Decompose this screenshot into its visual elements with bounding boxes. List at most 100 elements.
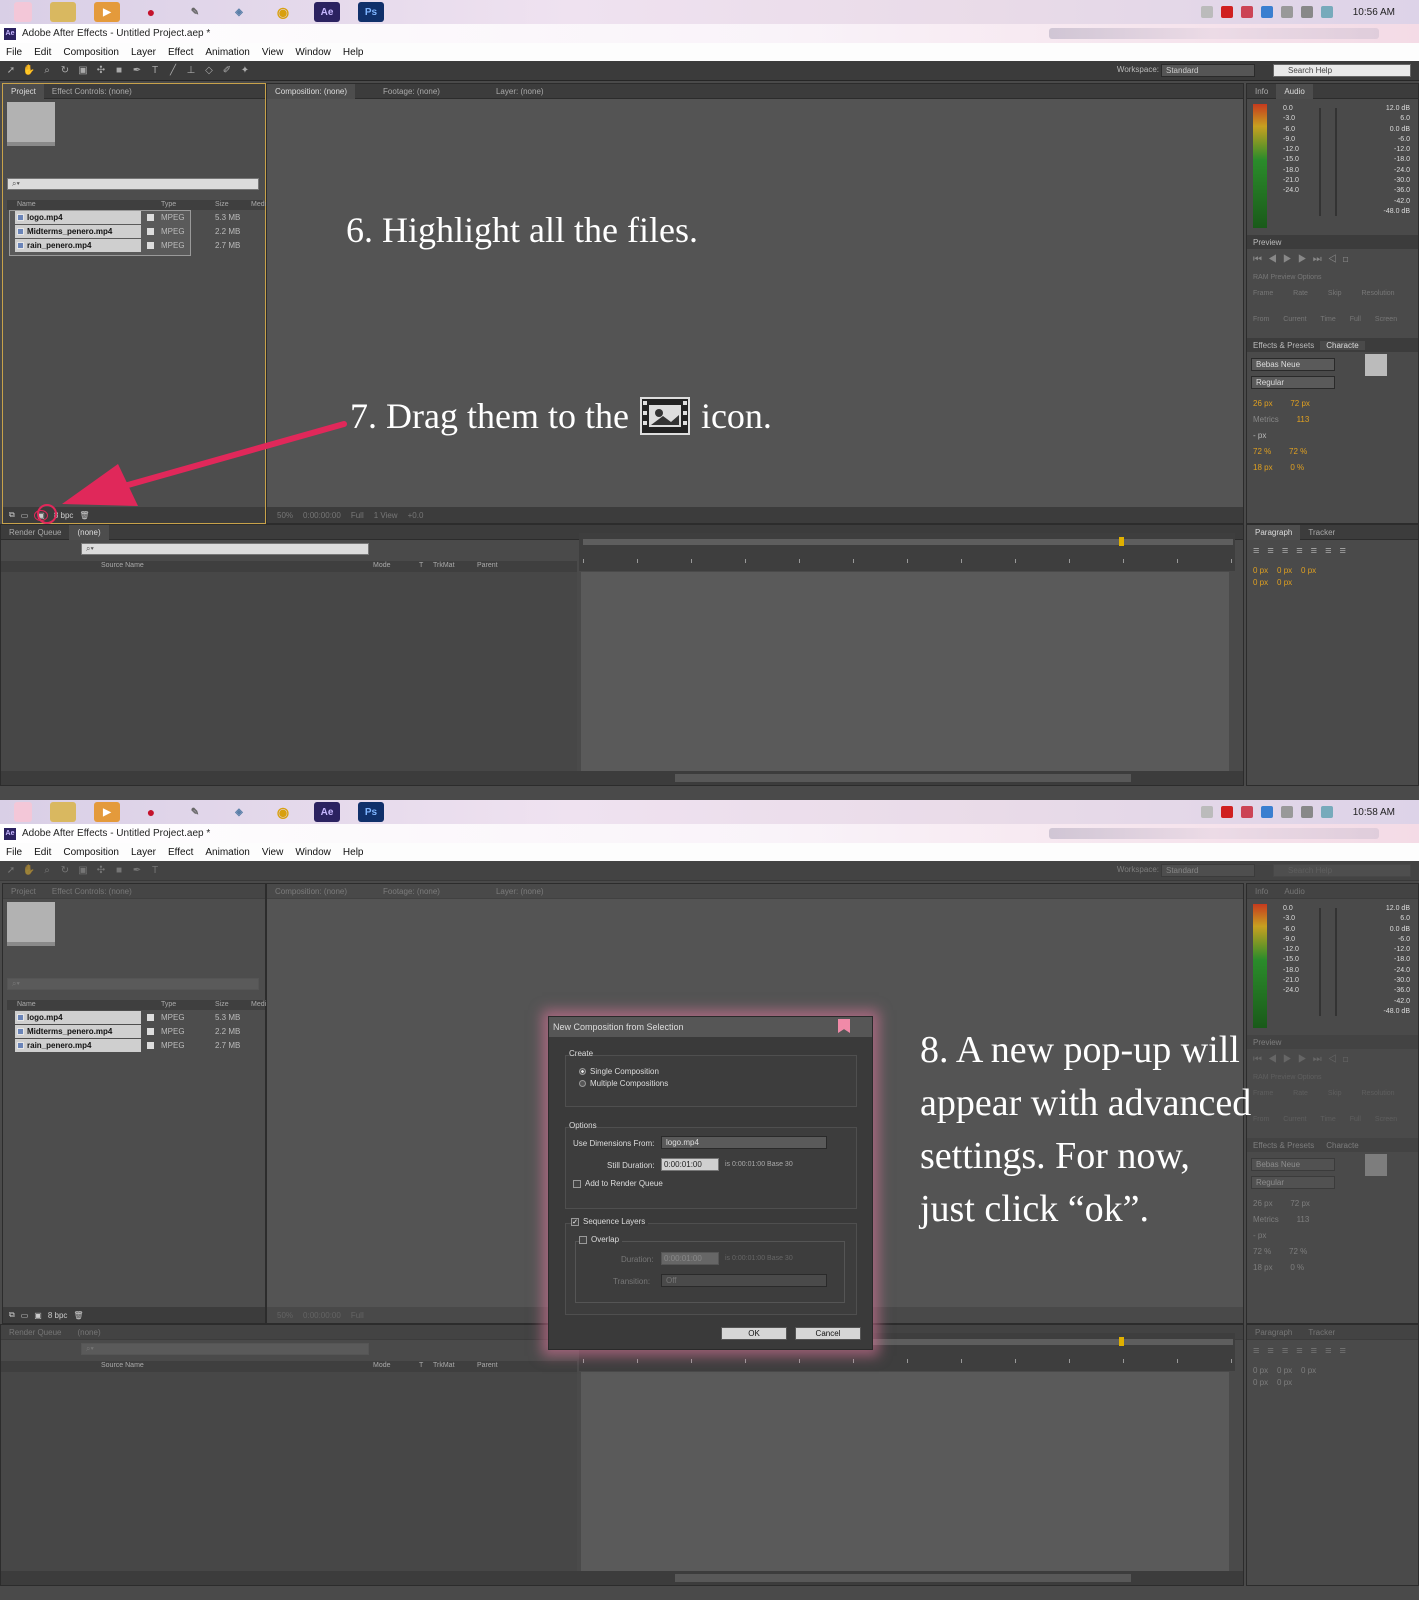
space-after-value[interactable]: 0 px — [1277, 1378, 1292, 1387]
camera-tool-icon[interactable]: ▣ — [76, 65, 90, 77]
start-icon[interactable] — [14, 2, 32, 22]
current-time-indicator[interactable] — [1119, 537, 1124, 546]
time-ruler[interactable] — [579, 533, 1235, 571]
window-controls[interactable] — [1049, 828, 1379, 839]
media-icon[interactable]: ◈ — [226, 802, 252, 822]
indent-first-value[interactable]: 0 px — [1301, 1366, 1316, 1375]
current-time-indicator[interactable] — [1119, 1337, 1124, 1346]
pan-tool-icon[interactable]: ✣ — [94, 65, 108, 77]
tray-arrow-icon[interactable] — [1200, 6, 1213, 18]
font-size-value[interactable]: 26 px — [1253, 399, 1273, 408]
leading-value[interactable]: 72 px — [1290, 1199, 1310, 1208]
tracking-value[interactable]: 113 — [1297, 415, 1310, 424]
use-dimensions-select[interactable]: logo.mp4 — [661, 1136, 827, 1149]
indent-first-value[interactable]: 0 px — [1301, 566, 1316, 575]
search-help-input[interactable]: Search Help — [1273, 64, 1411, 77]
tab-timeline-none[interactable]: (none) — [69, 1328, 108, 1337]
stamp-tool-icon[interactable]: ⊥ — [184, 65, 198, 77]
tab-effect-controls[interactable]: Effect Controls: (none) — [44, 87, 140, 96]
tab-footage[interactable]: Footage: (none) — [375, 87, 448, 96]
roto-tool-icon[interactable]: ✐ — [220, 65, 234, 77]
ok-button[interactable]: OK — [721, 1327, 787, 1340]
audio-fader-right[interactable] — [1335, 108, 1337, 216]
indent-right-value[interactable]: 0 px — [1277, 1366, 1292, 1375]
audio-fader-left[interactable] — [1319, 108, 1321, 216]
project-search-input[interactable]: ⌕▾ — [7, 178, 259, 190]
tab-paragraph[interactable]: Paragraph — [1247, 1328, 1300, 1337]
tool-icon[interactable]: ✎ — [182, 2, 208, 22]
view-layout-select[interactable]: 1 View — [374, 511, 398, 520]
media-player-icon[interactable]: ▶ — [94, 802, 120, 822]
tab-project[interactable]: Project — [3, 887, 44, 896]
tab-info[interactable]: Info — [1247, 887, 1276, 896]
tray-volume-icon[interactable] — [1300, 806, 1313, 818]
chrome-icon[interactable]: ◉ — [270, 802, 296, 822]
rotate-tool-icon[interactable]: ↻ — [58, 865, 72, 877]
ram-preview-options[interactable]: RAM Preview Options — [1253, 274, 1321, 281]
check-from-current-time[interactable]: From Current Time — [1253, 1116, 1336, 1123]
chrome-icon[interactable]: ◉ — [270, 2, 296, 22]
tab-render-queue[interactable]: Render Queue — [1, 1328, 69, 1337]
col-mode[interactable]: Mode — [373, 1362, 391, 1369]
add-to-render-queue-checkbox[interactable]: Add to Render Queue — [573, 1179, 663, 1188]
layer-list[interactable] — [1, 1372, 577, 1572]
fill-color-swatch[interactable] — [1365, 354, 1387, 376]
mask-tool-icon[interactable]: ■ — [112, 65, 126, 77]
alignment-buttons[interactable]: ≡≡≡≡≡≡≡ — [1253, 1345, 1354, 1357]
interpret-footage-icon[interactable]: ⧉ — [9, 510, 15, 520]
menu-help[interactable]: Help — [343, 847, 364, 858]
overlap-checkbox[interactable]: Overlap — [579, 1235, 623, 1244]
tray-arrow-icon[interactable] — [1200, 806, 1213, 818]
font-style-select[interactable]: Regular — [1251, 376, 1335, 389]
col-parent[interactable]: Parent — [477, 1362, 498, 1369]
cancel-button[interactable]: Cancel — [795, 1327, 861, 1340]
tsume-value[interactable]: 0 % — [1290, 463, 1304, 472]
col-size[interactable]: Size — [215, 201, 229, 208]
zoom-tool-icon[interactable]: ⌕ — [40, 65, 54, 77]
stroke-width-value[interactable]: - px — [1253, 1231, 1266, 1240]
rotate-tool-icon[interactable]: ↻ — [58, 65, 72, 77]
fill-color-swatch[interactable] — [1365, 1154, 1387, 1176]
col-parent[interactable]: Parent — [477, 562, 498, 569]
transition-select[interactable]: Off — [661, 1274, 827, 1287]
single-composition-radio[interactable]: Single Composition — [579, 1067, 659, 1076]
indent-left-value[interactable]: 0 px — [1253, 566, 1268, 575]
tab-timeline-none[interactable]: (none) — [69, 524, 109, 540]
photoshop-icon[interactable]: Ps — [358, 802, 384, 822]
col-media[interactable]: Medi — [251, 1001, 266, 1008]
col-trkmat[interactable]: TrkMat — [433, 1362, 455, 1369]
col-type[interactable]: Type — [161, 1001, 176, 1008]
menu-animation[interactable]: Animation — [205, 847, 249, 858]
tab-effects-presets[interactable]: Effects & Presets — [1247, 1141, 1320, 1150]
project-file-row[interactable]: logo.mp4 MPEG 5.3 MB — [7, 211, 265, 224]
audio-fader-right[interactable] — [1335, 908, 1337, 1016]
pan-tool-icon[interactable]: ✣ — [94, 865, 108, 877]
menu-file[interactable]: File — [6, 47, 22, 58]
after-effects-icon[interactable]: Ae — [314, 802, 340, 822]
tray-network-icon[interactable] — [1280, 806, 1293, 818]
overlap-duration-input[interactable]: 0:00:01:00 — [661, 1252, 719, 1265]
space-before-value[interactable]: 0 px — [1253, 578, 1268, 587]
col-type[interactable]: Type — [161, 201, 176, 208]
col-name[interactable]: Name — [17, 201, 36, 208]
hand-tool-icon[interactable]: ✋ — [22, 865, 36, 877]
ram-preview-options[interactable]: RAM Preview Options — [1253, 1074, 1321, 1081]
tray-flag-icon[interactable] — [1240, 806, 1253, 818]
tab-composition[interactable]: Composition: (none) — [267, 83, 356, 99]
check-full-screen[interactable]: Full Screen — [1350, 1116, 1397, 1123]
baseline-shift-value[interactable]: 18 px — [1253, 1263, 1273, 1272]
tab-project[interactable]: Project — [3, 83, 44, 99]
tab-audio[interactable]: Audio — [1276, 887, 1312, 896]
timeline-scrollbar[interactable] — [675, 1574, 1131, 1582]
opera-icon[interactable]: ● — [138, 2, 164, 22]
project-file-row[interactable]: logo.mp4 MPEG 5.3 MB — [7, 1011, 265, 1024]
col-size[interactable]: Size — [215, 1001, 229, 1008]
space-before-value[interactable]: 0 px — [1253, 1378, 1268, 1387]
tab-effects-presets[interactable]: Effects & Presets — [1247, 341, 1320, 350]
search-help-input[interactable]: Search Help — [1273, 864, 1411, 877]
vertical-scale-value[interactable]: 72 % — [1253, 447, 1271, 456]
leading-value[interactable]: 72 px — [1290, 399, 1310, 408]
menu-effect[interactable]: Effect — [168, 47, 193, 58]
tab-preview[interactable]: Preview — [1247, 1038, 1287, 1047]
multiple-compositions-radio[interactable]: Multiple Compositions — [579, 1079, 668, 1088]
